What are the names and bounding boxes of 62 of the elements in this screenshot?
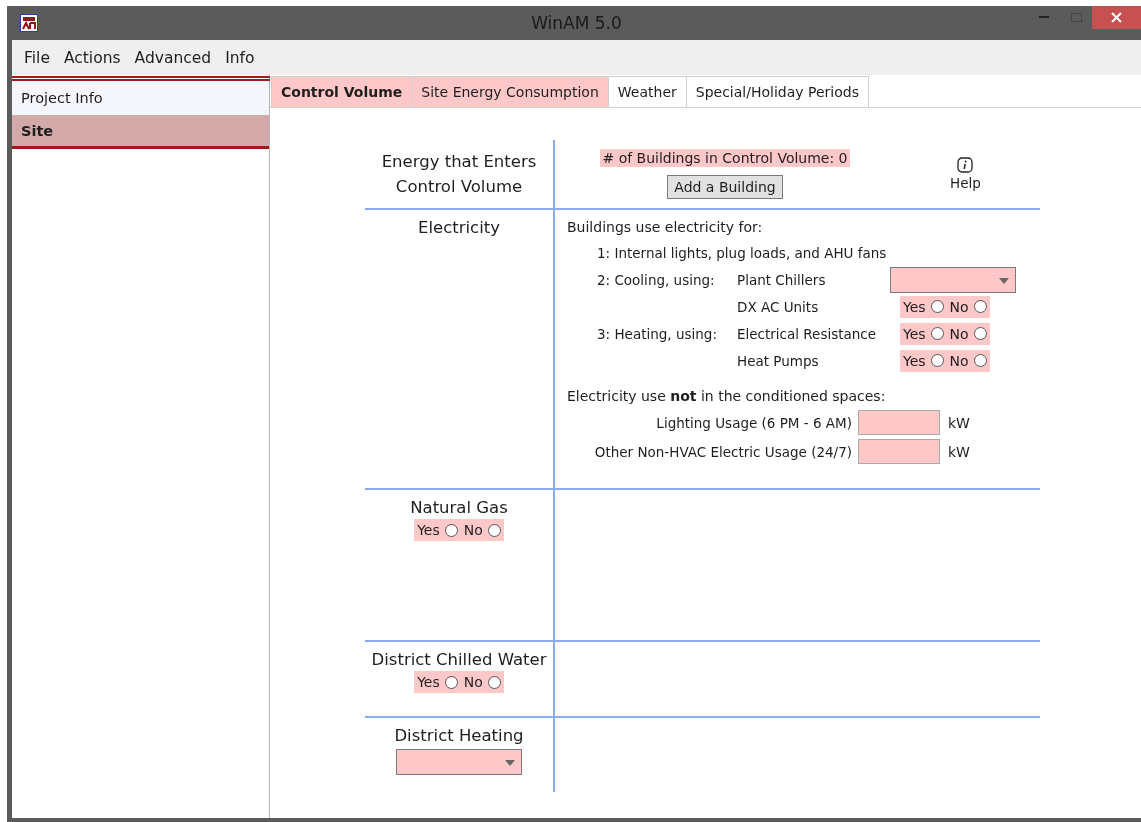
radio-button[interactable] [930, 327, 944, 340]
add-building-button[interactable]: Add a Building [667, 175, 783, 199]
row-label: District Chilled Water [371, 650, 547, 669]
radio-option[interactable]: Yes [417, 674, 458, 690]
caret-icon [999, 277, 1009, 284]
section-heading: Energy that Enters Control Volume [380, 151, 538, 198]
radio-option[interactable]: No [949, 298, 987, 315]
radio-button[interactable] [487, 523, 501, 537]
radio-option[interactable]: Yes [903, 325, 944, 342]
dropdown[interactable] [396, 749, 522, 775]
intro-text: Buildings use electricity for: [567, 219, 763, 235]
tab[interactable]: Control Volume [271, 76, 413, 107]
building-count: # of Buildings in Control Volume: 0 [600, 149, 850, 167]
unit-label: kW [947, 414, 971, 431]
sidebar-item[interactable]: Site [12, 115, 269, 149]
usage-text: 1: Internal lights, plug loads, and AHU fans [597, 244, 887, 261]
unit-label: kW [947, 443, 971, 460]
radio-option[interactable]: No [949, 352, 987, 369]
radio-button[interactable] [973, 327, 987, 340]
close-button[interactable] [1092, 6, 1141, 29]
field-label: Other Non-HVAC Electric Usage (24/7) [593, 443, 852, 460]
radio-button[interactable] [930, 300, 944, 313]
radio-button[interactable] [973, 300, 987, 313]
radio-option[interactable]: No [463, 522, 501, 538]
tab[interactable]: Special/Holiday Periods [685, 76, 869, 107]
caret-icon [505, 760, 515, 766]
sidebar-item[interactable]: Project Info [12, 81, 269, 115]
item-label: Electrical Resistance [737, 325, 877, 342]
row-label: Natural Gas [410, 498, 508, 517]
input-field[interactable] [858, 410, 940, 435]
radio-option[interactable]: No [949, 325, 987, 342]
help-link[interactable]: Help [950, 175, 981, 191]
radio-option[interactable]: Yes [903, 298, 944, 315]
menu-item[interactable]: Advanced [127, 44, 219, 71]
close-icon [1111, 12, 1122, 23]
category-label: 3: Heating, using: [597, 325, 717, 342]
app-icon [20, 14, 38, 32]
tab[interactable]: Site Energy Consumption [411, 76, 609, 107]
field-label: Lighting Usage (6 PM - 6 AM) [655, 414, 852, 431]
input-field[interactable] [858, 439, 940, 464]
radio-option[interactable]: No [463, 674, 501, 690]
category-label: 2: Cooling, using: [597, 271, 715, 288]
info-icon[interactable] [957, 157, 974, 173]
dropdown[interactable] [890, 266, 1016, 293]
radio-option[interactable]: Yes [417, 522, 458, 538]
row-label: District Heating [394, 726, 524, 745]
item-label: DX AC Units [737, 298, 819, 315]
menu-item[interactable]: File [17, 44, 57, 71]
radio-button[interactable] [487, 675, 501, 689]
radio-button[interactable] [930, 354, 944, 367]
item-label: Plant Chillers [737, 271, 826, 288]
row-label: Electricity [418, 218, 500, 237]
menu-item[interactable]: Actions [56, 44, 128, 71]
menu-item[interactable]: Info [218, 44, 262, 71]
radio-button[interactable] [444, 523, 458, 537]
minimize-icon [1039, 16, 1049, 19]
radio-button[interactable] [444, 675, 458, 689]
section-text: Electricity use not in the conditioned spaces: [567, 388, 886, 404]
radio-option[interactable]: Yes [903, 352, 944, 369]
window-title: WinAM 5.0 [531, 13, 622, 33]
radio-button[interactable] [973, 354, 987, 367]
item-label: Heat Pumps [737, 352, 819, 369]
